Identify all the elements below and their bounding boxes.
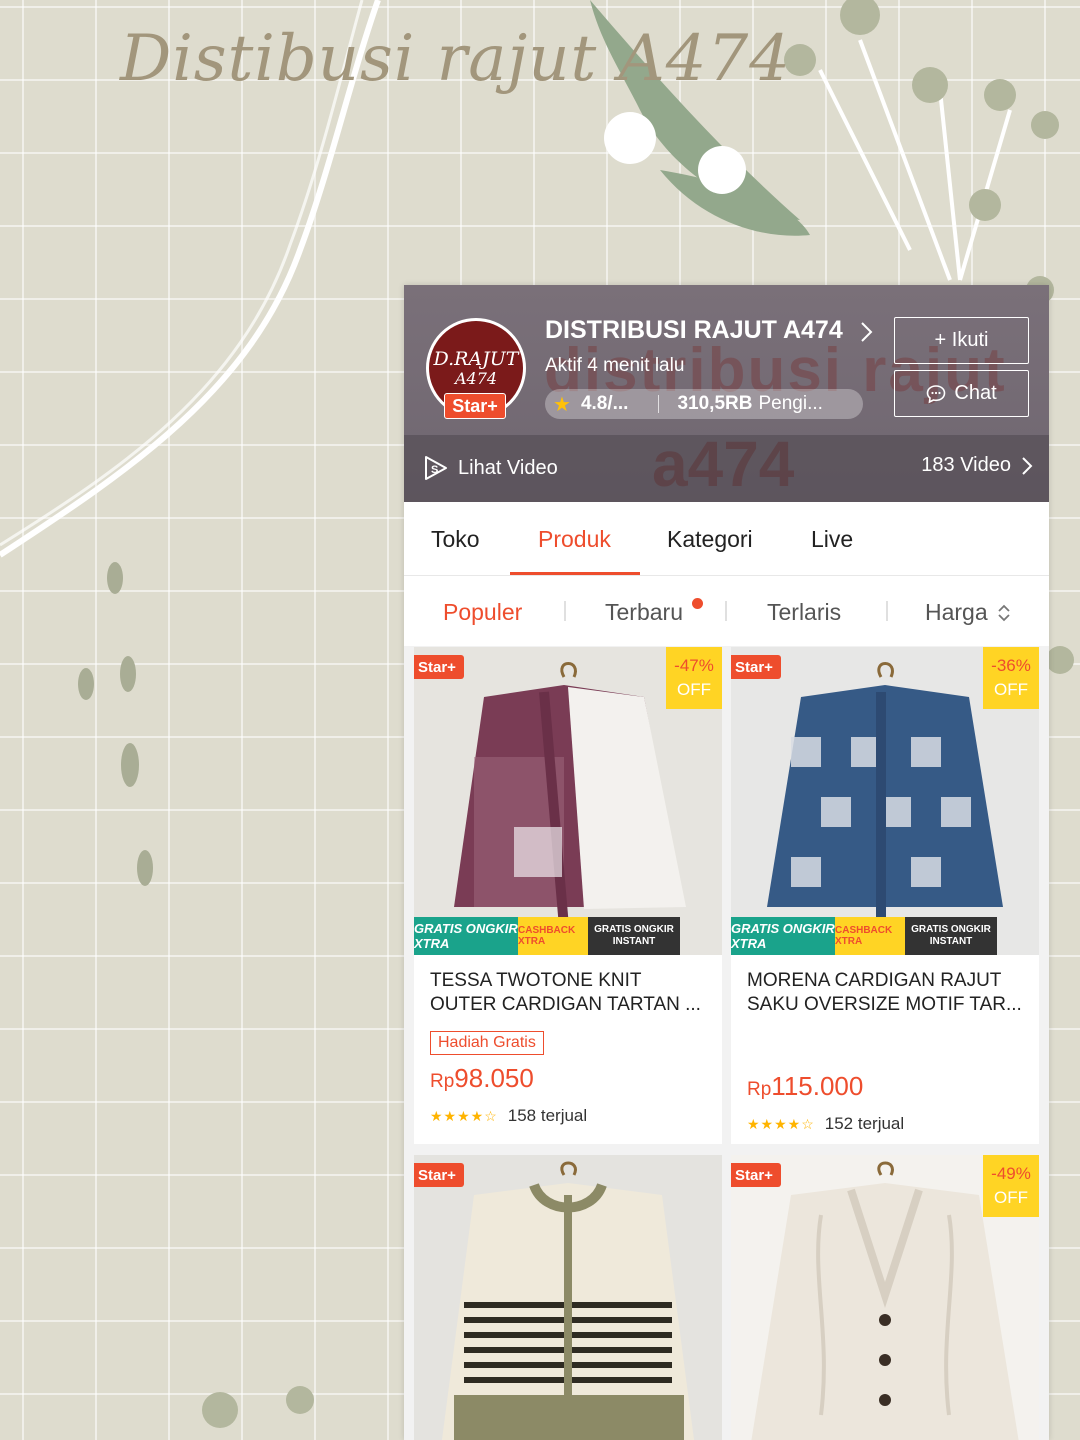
star-icon: ★ xyxy=(553,393,571,416)
follow-button-label: + Ikuti xyxy=(934,329,989,351)
shop-header: distribusi rajut a474 D.RAJUT A474 Star+… xyxy=(404,285,1049,502)
tab-live[interactable]: Live xyxy=(811,526,853,553)
shop-rating: 4.8/... xyxy=(580,393,629,414)
tab-produk[interactable]: Produk xyxy=(538,526,611,553)
price-value: 115.000 xyxy=(771,1071,864,1101)
sort-divider xyxy=(564,601,566,621)
free-shipping-instant-label: GRATIS ONGKIR INSTANT xyxy=(588,917,680,955)
shop-logo-text-1: D.RAJUT xyxy=(433,348,519,370)
new-indicator-dot xyxy=(692,598,703,609)
chevron-right-icon[interactable] xyxy=(859,321,873,343)
discount-off-label: OFF xyxy=(677,680,711,699)
cardigan-illustration xyxy=(414,1155,722,1440)
follow-button[interactable]: + Ikuti xyxy=(894,317,1029,364)
free-shipping-xtra-label: GRATIS ONGKIR XTRA xyxy=(414,917,518,955)
star-plus-badge: Star+ xyxy=(731,655,781,679)
star-plus-badge: Star+ xyxy=(414,1163,464,1187)
shop-tabs: Toko Produk Kategori Live xyxy=(404,502,1049,576)
sort-divider xyxy=(725,601,727,621)
product-title: MORENA CARDIGAN RAJUT SAKU OVERSIZE MOTI… xyxy=(747,970,1022,1015)
currency-label: Rp xyxy=(747,1079,772,1100)
sort-divider xyxy=(886,601,888,621)
discount-badge: -36% OFF xyxy=(983,647,1039,709)
video-play-icon: S xyxy=(425,456,447,480)
chevron-right-icon xyxy=(1022,456,1033,475)
discount-badge: -49% OFF xyxy=(983,1155,1039,1217)
cashback-xtra-label: CASHBACK XTRA xyxy=(518,917,588,955)
star-plus-badge: Star+ xyxy=(444,393,506,419)
video-count: 183 Video xyxy=(921,454,1011,476)
sort-arrows-icon[interactable] xyxy=(997,603,1011,623)
watch-video-link[interactable]: S Lihat Video xyxy=(422,454,558,482)
free-shipping-instant-label: GRATIS ONGKIR INSTANT xyxy=(905,917,997,955)
currency-label: Rp xyxy=(430,1071,455,1092)
sort-terbaru[interactable]: Terbaru xyxy=(605,599,683,626)
discount-value: -49% xyxy=(991,1164,1031,1183)
shop-followers-label: Pengi... xyxy=(758,393,823,414)
gift-spacer xyxy=(747,1031,1023,1063)
discount-value: -47% xyxy=(674,656,714,675)
svg-text:S: S xyxy=(431,464,438,476)
shop-active-status: Aktif 4 menit lalu xyxy=(545,355,685,376)
chat-button-label: Chat xyxy=(954,382,997,404)
sort-bar: Populer Terbaru Terlaris Harga xyxy=(404,576,1049,646)
shop-stats: ★ 4.8/... 310,5RB Pengi... xyxy=(545,389,863,419)
promo-strip: GRATIS ONGKIR XTRA CASHBACK XTRA GRATIS … xyxy=(414,917,722,955)
sort-populer[interactable]: Populer xyxy=(443,599,522,626)
active-tab-indicator xyxy=(510,572,640,575)
cashback-xtra-label: CASHBACK XTRA xyxy=(835,917,905,955)
price-value: 98.050 xyxy=(454,1063,534,1093)
shop-screen: distribusi rajut a474 D.RAJUT A474 Star+… xyxy=(404,285,1049,1440)
sold-count: 158 terjual xyxy=(507,1106,588,1125)
discount-off-label: OFF xyxy=(994,1188,1028,1207)
product-image[interactable]: Star+ xyxy=(414,1155,722,1440)
tab-kategori[interactable]: Kategori xyxy=(667,526,753,553)
discount-badge: -47% OFF xyxy=(666,647,722,709)
shop-name[interactable]: DISTRIBUSI RAJUT A474 xyxy=(545,316,843,345)
product-image[interactable]: Star+ -36% OFF GRATIS ONGKIR XTRA CASHBA… xyxy=(731,647,1039,955)
video-bar[interactable]: S Lihat Video 183 Video xyxy=(404,435,1049,502)
watch-video-label: Lihat Video xyxy=(458,456,558,479)
product-image[interactable]: Star+ -47% OFF GRATIS ONGKIR XTRA CASHBA… xyxy=(414,647,722,955)
free-gift-tag: Hadiah Gratis xyxy=(430,1031,544,1055)
shop-logo-text-2: A474 xyxy=(454,369,498,388)
sort-harga[interactable]: Harga xyxy=(925,599,988,626)
product-title: TESSA TWOTONE KNIT OUTER CARDIGAN TARTAN… xyxy=(430,970,701,1015)
overlay-title: Distibusi rajut A474 xyxy=(120,22,791,96)
product-info: MORENA CARDIGAN RAJUT SAKU OVERSIZE MOTI… xyxy=(731,955,1039,1144)
product-price: Rp98.050 xyxy=(430,1063,706,1094)
video-count-link[interactable]: 183 Video xyxy=(921,454,1033,477)
rating-stars-icon: ★★★★☆ xyxy=(430,1107,498,1124)
sold-count: 152 terjual xyxy=(824,1114,905,1133)
product-card[interactable]: Star+ -49% OFF xyxy=(731,1155,1039,1440)
promo-strip: GRATIS ONGKIR XTRA CASHBACK XTRA GRATIS … xyxy=(731,917,1039,955)
discount-off-label: OFF xyxy=(994,680,1028,699)
star-plus-badge: Star+ xyxy=(731,1163,781,1187)
chat-button[interactable]: Chat xyxy=(894,370,1029,417)
product-card[interactable]: Star+ xyxy=(414,1155,722,1440)
star-plus-badge: Star+ xyxy=(414,655,464,679)
tab-toko[interactable]: Toko xyxy=(431,526,480,553)
product-info: TESSA TWOTONE KNIT OUTER CARDIGAN TARTAN… xyxy=(414,955,722,1138)
shop-followers: 310,5RB xyxy=(677,393,753,414)
product-card[interactable]: Star+ -47% OFF GRATIS ONGKIR XTRA CASHBA… xyxy=(414,647,722,1144)
product-price: Rp115.000 xyxy=(747,1071,1023,1102)
stats-divider xyxy=(658,395,660,413)
sort-terlaris[interactable]: Terlaris xyxy=(767,599,841,626)
product-image[interactable]: Star+ -49% OFF xyxy=(731,1155,1039,1440)
rating-stars-icon: ★★★★☆ xyxy=(747,1115,815,1132)
chat-bubble-icon xyxy=(927,384,946,403)
product-card[interactable]: Star+ -36% OFF GRATIS ONGKIR XTRA CASHBA… xyxy=(731,647,1039,1144)
free-shipping-xtra-label: GRATIS ONGKIR XTRA xyxy=(731,917,835,955)
product-meta: ★★★★☆ 158 terjual xyxy=(430,1106,706,1126)
discount-value: -36% xyxy=(991,656,1031,675)
product-meta: ★★★★☆ 152 terjual xyxy=(747,1114,1023,1134)
